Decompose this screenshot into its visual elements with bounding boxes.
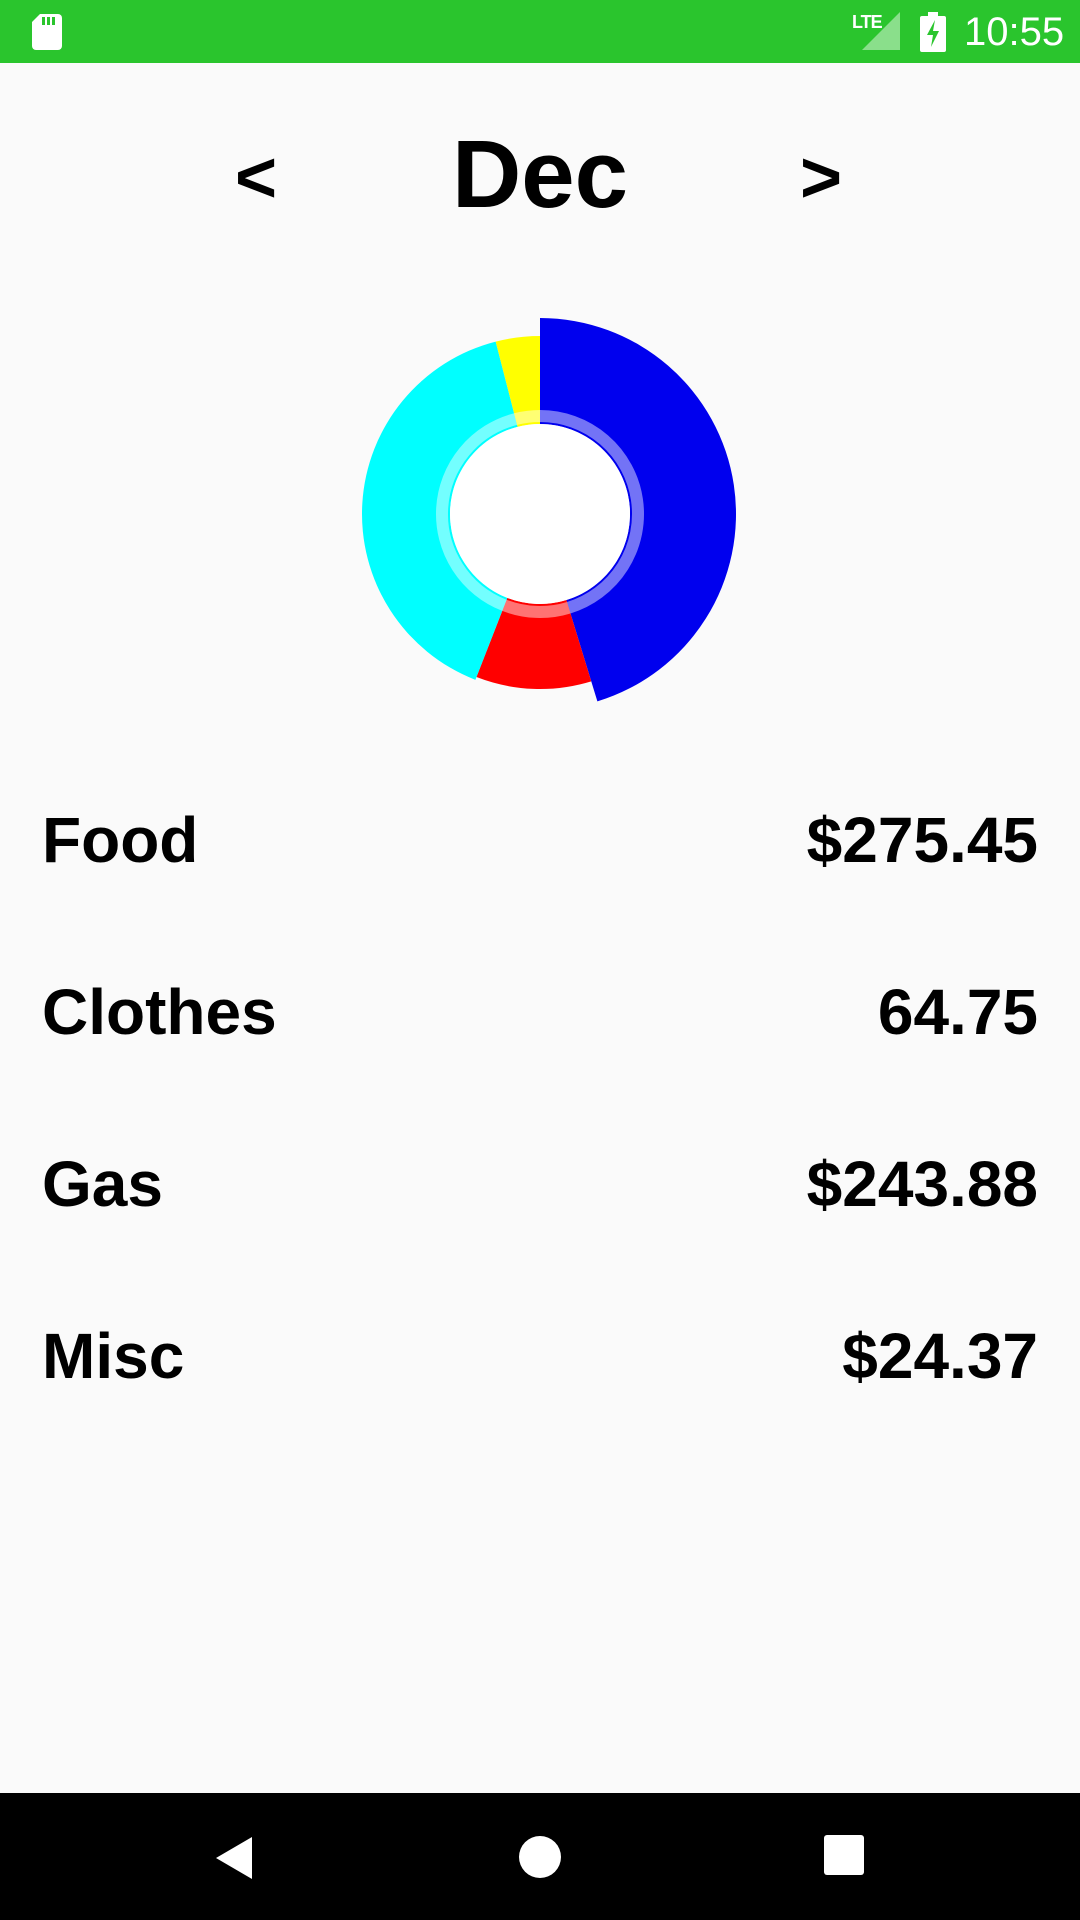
home-icon[interactable] [516,1833,564,1881]
category-row-food[interactable]: Food $275.45 [42,780,1038,952]
category-amount: $24.37 [842,1320,1038,1392]
status-bar: LTE 10:55 [0,0,1080,63]
category-amount: $243.88 [806,1148,1038,1220]
back-icon[interactable] [210,1833,260,1883]
category-row-misc[interactable]: Misc $24.37 [42,1296,1038,1468]
category-list: Food $275.45 Clothes 64.75 Gas $243.88 M… [42,780,1038,1468]
battery-charging-icon [920,12,946,52]
category-label: Gas [42,1148,163,1220]
clock: 10:55 [964,10,1065,54]
donut-center-hole [450,424,630,604]
previous-month-button[interactable]: < [216,133,296,223]
recents-icon[interactable] [822,1833,866,1877]
sd-card-icon [32,14,62,50]
donut-slice-highlight [514,410,541,425]
month-navigation: < Dec > [0,115,1080,235]
category-label: Food [42,804,199,876]
screen: LTE 10:55 < Dec > Food $275.45 Clothes 6… [0,0,1080,1920]
spending-donut-chart [340,294,740,734]
donut-slice-highlight [502,599,571,618]
category-row-clothes[interactable]: Clothes 64.75 [42,952,1038,1124]
category-label: Misc [42,1320,185,1392]
month-title: Dec [451,121,629,228]
next-month-button[interactable]: > [781,133,861,223]
category-row-gas[interactable]: Gas $243.88 [42,1124,1038,1296]
category-amount: $275.45 [806,804,1038,876]
category-amount: 64.75 [877,976,1038,1048]
signal-icon [862,12,900,50]
category-label: Clothes [42,976,277,1048]
system-navigation-bar [0,1793,1080,1920]
